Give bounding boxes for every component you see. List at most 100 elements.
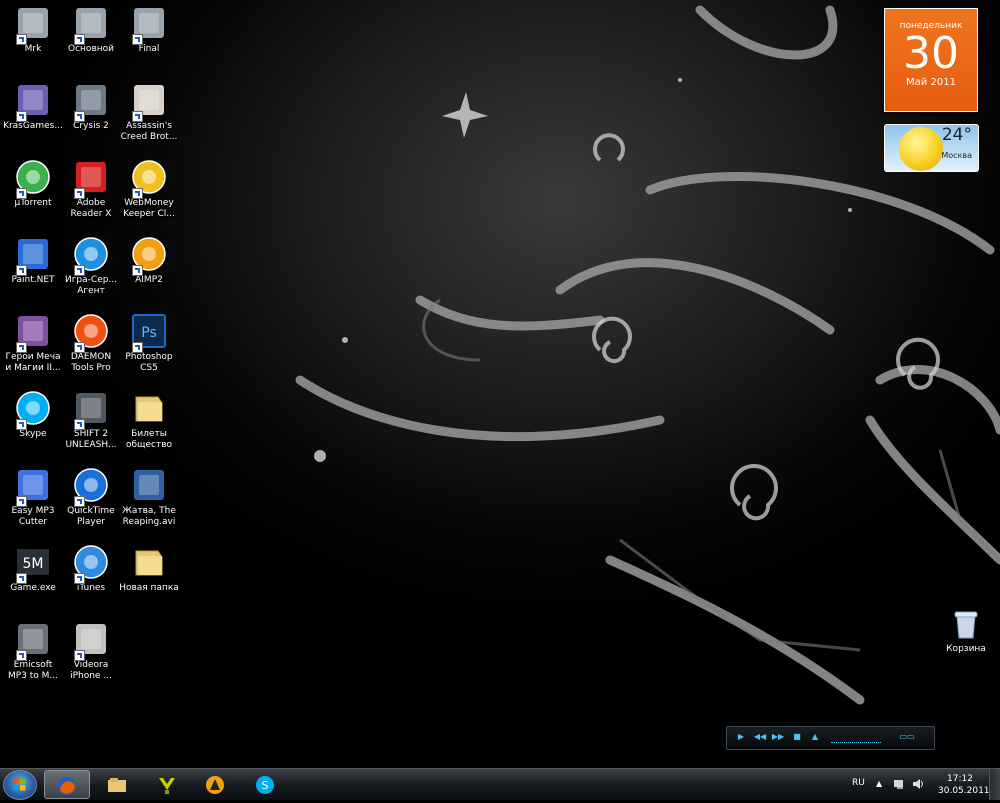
desktop-icon[interactable]: Videora iPhone ...	[59, 620, 123, 698]
videora-icon	[72, 620, 110, 661]
desktop-icon-label: Игра-Сер... Агент	[64, 275, 118, 296]
desktop-icon-label: Герои Меча и Магии II...	[5, 352, 61, 373]
start-button[interactable]	[3, 770, 37, 800]
utorrent-icon	[14, 158, 52, 199]
desktop-icon-label: iTunes	[76, 583, 106, 593]
next-icon[interactable]: ▶▶	[771, 732, 785, 742]
volume-bar[interactable]	[831, 734, 881, 743]
desktop-icon[interactable]: Билеты общество	[117, 389, 181, 467]
shortcut-arrow-icon	[16, 342, 27, 353]
shortcut-arrow-icon	[74, 573, 85, 584]
shortcut-arrow-icon	[74, 111, 85, 122]
desktop-icon[interactable]: SHIFT 2 UNLEASH...	[59, 389, 123, 467]
previous-icon[interactable]: ◀◀	[753, 732, 767, 742]
network-icon[interactable]	[894, 779, 906, 789]
shortcut-arrow-icon	[16, 419, 27, 430]
desktop-icon-label: QuickTime Player	[67, 506, 115, 527]
shortcut-arrow-icon	[16, 650, 27, 661]
shortcut-arrow-icon	[74, 265, 85, 276]
shortcut-arrow-icon	[132, 34, 143, 45]
shortcut-arrow-icon	[74, 650, 85, 661]
desktop-icon[interactable]: Assassin's Creed Brot...	[117, 81, 181, 159]
desktop-icon-label: Game.exe	[10, 583, 56, 593]
webmoney-icon	[130, 158, 168, 199]
desktop-icon[interactable]: 5M Game.exe	[1, 543, 65, 621]
desktop-icon-label: DAEMON Tools Pro	[70, 352, 112, 373]
desktop-icon[interactable]: Mrk	[1, 4, 65, 82]
shortcut-arrow-icon	[16, 188, 27, 199]
desktop-icon[interactable]: Skype	[1, 389, 65, 467]
desktop-icon[interactable]: Герои Меча и Магии II...	[1, 312, 65, 390]
recycle-bin[interactable]: Корзина	[934, 604, 998, 682]
desktop-icon[interactable]: Final	[117, 4, 181, 82]
skype-icon: S	[256, 776, 274, 794]
play-icon[interactable]: ▶	[735, 732, 747, 742]
desktop-icon[interactable]: QuickTime Player	[59, 466, 123, 544]
shortcut-arrow-icon	[74, 342, 85, 353]
desktop-icon-label: Assassin's Creed Brot...	[120, 121, 178, 142]
clock-date: 30.05.2011	[938, 786, 990, 796]
quicktime-icon	[72, 466, 110, 507]
language-indicator[interactable]: RU	[852, 778, 865, 788]
svg-text:Ps: Ps	[141, 325, 157, 341]
counter-strike-icon	[130, 4, 168, 45]
counter-strike-icon	[14, 4, 52, 45]
svg-text:S: S	[262, 779, 269, 792]
paint-net-icon	[14, 235, 52, 276]
taskbar-explorer[interactable]	[94, 770, 140, 799]
desktop-icon-label: Билеты общество	[125, 429, 173, 450]
weather-city: Москва	[941, 151, 972, 160]
desktop-icon[interactable]: WebMoney Keeper Cl...	[117, 158, 181, 236]
recycle-bin-icon	[947, 604, 985, 642]
desktop-icon[interactable]: Ps Photoshop CS5	[117, 312, 181, 390]
itunes-icon	[72, 543, 110, 584]
desktop-icon[interactable]: AIMP2	[117, 235, 181, 313]
desktop-icon[interactable]: Crysis 2	[59, 81, 123, 159]
desktop-icon[interactable]: Новая папка	[117, 543, 181, 621]
folder-icon	[130, 389, 168, 427]
clock[interactable]: 17:12 30.05.2011	[938, 773, 990, 797]
volume-icon[interactable]	[912, 778, 924, 790]
photoshop-icon: Ps	[130, 312, 168, 353]
show-hidden-icons[interactable]: ▲	[876, 779, 882, 788]
desktop-icon[interactable]: KrasGames...	[1, 81, 65, 159]
desktop-icon-label: µTorrent	[14, 198, 52, 208]
show-desktop-button[interactable]	[989, 769, 1000, 800]
media-player-toolbar: ▶ ◀◀ ▶▶ ■ ▲ ▭▭	[726, 726, 935, 750]
calendar-gadget[interactable]: понедельник 30 Май 2011	[884, 8, 978, 112]
explorer-icon	[108, 778, 126, 792]
aimp-icon	[130, 235, 168, 276]
desktop-icon-label: Skype	[19, 429, 47, 439]
desktop-icon[interactable]: Easy MP3 Cutter	[1, 466, 65, 544]
desktop-icon[interactable]: µTorrent	[1, 158, 65, 236]
taskbar-firefox[interactable]	[44, 770, 90, 799]
desktop-icon[interactable]: Игра-Сер... Агент	[59, 235, 123, 313]
taskbar-aimp[interactable]	[192, 770, 238, 799]
shortcut-arrow-icon	[74, 34, 85, 45]
game-icon	[159, 778, 175, 794]
desktop-icon-label: AIMP2	[135, 275, 163, 285]
taskbar-skype[interactable]: S	[242, 770, 288, 799]
desktop-icon[interactable]: Жатва, The Reaping.avi	[117, 466, 181, 544]
shift2-icon	[72, 389, 110, 430]
desktop-icon[interactable]: Paint.NET	[1, 235, 65, 313]
shortcut-arrow-icon	[74, 419, 85, 430]
desktop-icon-label: Videora iPhone ...	[70, 660, 112, 681]
taskbar-game[interactable]	[144, 770, 190, 799]
weather-gadget[interactable]: 24° Москва	[884, 124, 979, 172]
desktop-icon[interactable]: Основной	[59, 4, 123, 82]
eject-icon[interactable]: ▲	[809, 732, 821, 742]
desktop-icon[interactable]: Adobe Reader X	[59, 158, 123, 236]
desktop-icon[interactable]: iTunes	[59, 543, 123, 621]
shortcut-arrow-icon	[132, 342, 143, 353]
view-switch-icon[interactable]: ▭▭	[889, 732, 925, 742]
stop-icon[interactable]: ■	[791, 732, 803, 742]
desktop-icon[interactable]: DAEMON Tools Pro	[59, 312, 123, 390]
desktop-icon-label: Emicsoft MP3 to M...	[7, 660, 59, 681]
game-exe-icon: 5M	[14, 543, 52, 584]
desktop-icon[interactable]: Emicsoft MP3 to M...	[1, 620, 65, 698]
counter-strike-icon	[72, 4, 110, 45]
desktop[interactable]: Mrk Основной Final KrasGames... Crysis 2 Assa…	[0, 0, 1000, 768]
daemon-tools-icon	[72, 312, 110, 353]
clock-time: 17:12	[947, 774, 973, 784]
